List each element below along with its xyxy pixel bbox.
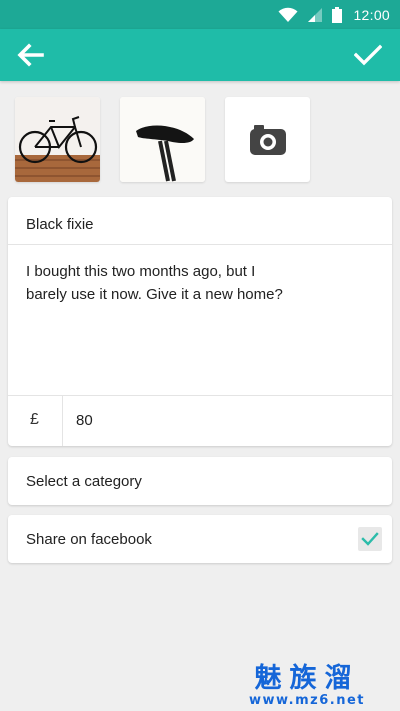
watermark: 魅族溜 www.mz6.net — [234, 664, 380, 708]
saddle-photo[interactable] — [120, 97, 205, 182]
arrow-left-icon — [17, 43, 44, 67]
add-photo-button[interactable] — [225, 97, 310, 182]
battery-icon — [332, 6, 343, 23]
photo-strip — [15, 97, 310, 182]
share-facebook-checkbox[interactable] — [358, 527, 382, 551]
status-time: 12:00 — [353, 6, 390, 23]
currency-label: £ — [8, 396, 63, 446]
price-input[interactable]: 80 — [64, 396, 392, 446]
camera-icon — [249, 124, 286, 155]
back-button[interactable] — [10, 37, 50, 73]
watermark-url: www.mz6.net — [248, 693, 366, 708]
status-bar: 12:00 — [0, 0, 400, 29]
bicycle-photo[interactable] — [15, 97, 100, 182]
description-line: I bought this two months ago, but I — [26, 263, 256, 280]
category-selector[interactable]: Select a category — [8, 457, 392, 505]
share-facebook-label: Share on facebook — [26, 531, 152, 548]
confirm-button[interactable] — [348, 37, 388, 73]
description-line: barely use it now. Give it a new home? — [26, 286, 283, 303]
checkmark-icon — [361, 532, 379, 546]
wifi-icon — [278, 7, 298, 22]
checkmark-icon — [354, 44, 382, 66]
price-row: £ 80 — [8, 396, 392, 446]
share-facebook-row[interactable]: Share on facebook — [8, 515, 392, 563]
app-bar — [0, 29, 400, 81]
title-input[interactable]: Black fixie — [8, 197, 392, 245]
signal-icon — [308, 7, 323, 22]
description-input[interactable]: I bought this two months ago, but I bare… — [8, 246, 392, 396]
watermark-logo-text: 魅族溜 — [254, 663, 360, 694]
listing-form-card: Black fixie I bought this two months ago… — [8, 197, 392, 446]
category-label: Select a category — [26, 473, 142, 490]
